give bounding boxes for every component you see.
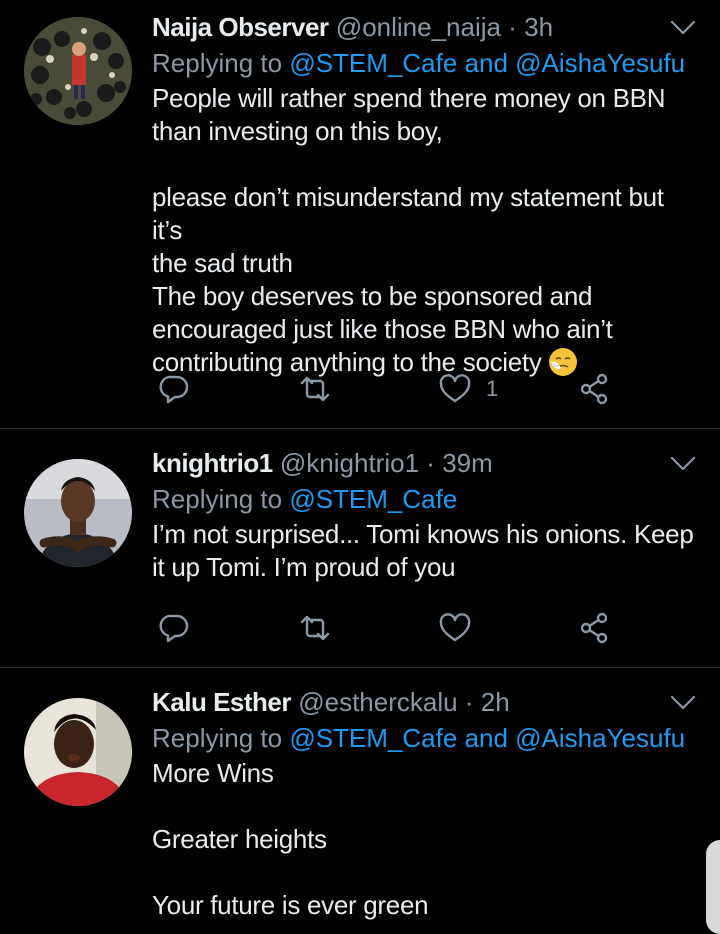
reply-icon (159, 614, 189, 643)
replying-prefix: Replying to (152, 48, 283, 78)
tweet-actions: 1 (156, 369, 616, 409)
replying-prefix: Replying to (152, 484, 283, 514)
user-handle[interactable]: @estherckalu (298, 687, 457, 717)
like-icon (439, 374, 471, 403)
replying-to: Replying to @STEM_Cafe and @AishaYesufu (152, 721, 696, 755)
reply-button[interactable] (156, 608, 190, 648)
tweet-header: knightrio1 @knightrio1 · 39m (152, 446, 696, 480)
share-button[interactable] (578, 608, 612, 648)
avatar[interactable] (24, 17, 132, 125)
separator: · (426, 448, 435, 478)
tweet[interactable]: Kalu Esther @estherckalu · 2h Replying t… (0, 668, 720, 934)
replying-prefix: Replying to (152, 723, 283, 753)
tweet-text: I’m not surprised... Tomi knows his onio… (152, 519, 694, 582)
avatar-image (24, 698, 132, 806)
avatar-image (24, 459, 132, 567)
separator: · (508, 12, 517, 42)
tweet-text: More Wins Greater heights Your future is… (152, 758, 429, 920)
user-handle[interactable]: @online_naija (336, 12, 501, 42)
share-icon (580, 612, 608, 644)
tweet-text: People will rather spend there money on … (152, 82, 696, 379)
tweet[interactable]: knightrio1 @knightrio1 · 39m Replying to… (0, 429, 720, 667)
avatar-image (24, 17, 132, 125)
timestamp[interactable]: 39m (442, 448, 493, 478)
like-count: 1 (486, 376, 499, 401)
display-name[interactable]: Naija Observer (152, 12, 329, 42)
retweet-button[interactable] (298, 608, 332, 648)
tweet-header: Kalu Esther @estherckalu · 2h (152, 685, 696, 719)
retweet-icon (300, 376, 330, 402)
scrollbar-thumb[interactable] (706, 840, 720, 934)
like-button[interactable]: 1 (438, 369, 498, 409)
tweet-actions (156, 608, 616, 648)
replying-to: Replying to @STEM_Cafe and @AishaYesufu (152, 46, 696, 80)
separator: · (464, 687, 474, 717)
timestamp[interactable]: 3h (524, 12, 553, 42)
reply-button[interactable] (156, 369, 190, 409)
chevron-down-icon[interactable] (670, 14, 696, 40)
timestamp[interactable]: 2h (481, 687, 510, 717)
retweet-icon (300, 615, 330, 641)
replying-mentions[interactable]: @STEM_Cafe and @AishaYesufu (289, 723, 685, 753)
user-handle[interactable]: @knightrio1 (280, 448, 419, 478)
share-button[interactable] (578, 369, 612, 409)
replying-mentions[interactable]: @STEM_Cafe and @AishaYesufu (289, 48, 685, 78)
avatar[interactable] (24, 698, 132, 806)
tweet-content: Naija Observer @online_naija · 3h Replyi… (152, 10, 696, 428)
replying-to: Replying to @STEM_Cafe (152, 482, 696, 516)
chevron-down-icon[interactable] (670, 689, 696, 715)
display-name[interactable]: knightrio1 (152, 448, 273, 478)
like-icon (439, 613, 471, 642)
avatar[interactable] (24, 459, 132, 567)
share-icon (580, 373, 608, 405)
retweet-button[interactable] (298, 369, 332, 409)
tweet-header: Naija Observer @online_naija · 3h (152, 10, 696, 44)
tweet-content: Kalu Esther @estherckalu · 2h Replying t… (152, 685, 696, 922)
like-button[interactable] (438, 608, 472, 648)
chevron-down-icon[interactable] (670, 450, 696, 476)
display-name[interactable]: Kalu Esther (152, 687, 292, 717)
tweet[interactable]: Naija Observer @online_naija · 3h Replyi… (0, 0, 720, 428)
replying-mentions[interactable]: @STEM_Cafe (289, 484, 457, 514)
reply-icon (159, 375, 189, 404)
tweet-body: People will rather spend there money on … (152, 83, 666, 377)
tweet-content: knightrio1 @knightrio1 · 39m Replying to… (152, 446, 696, 584)
